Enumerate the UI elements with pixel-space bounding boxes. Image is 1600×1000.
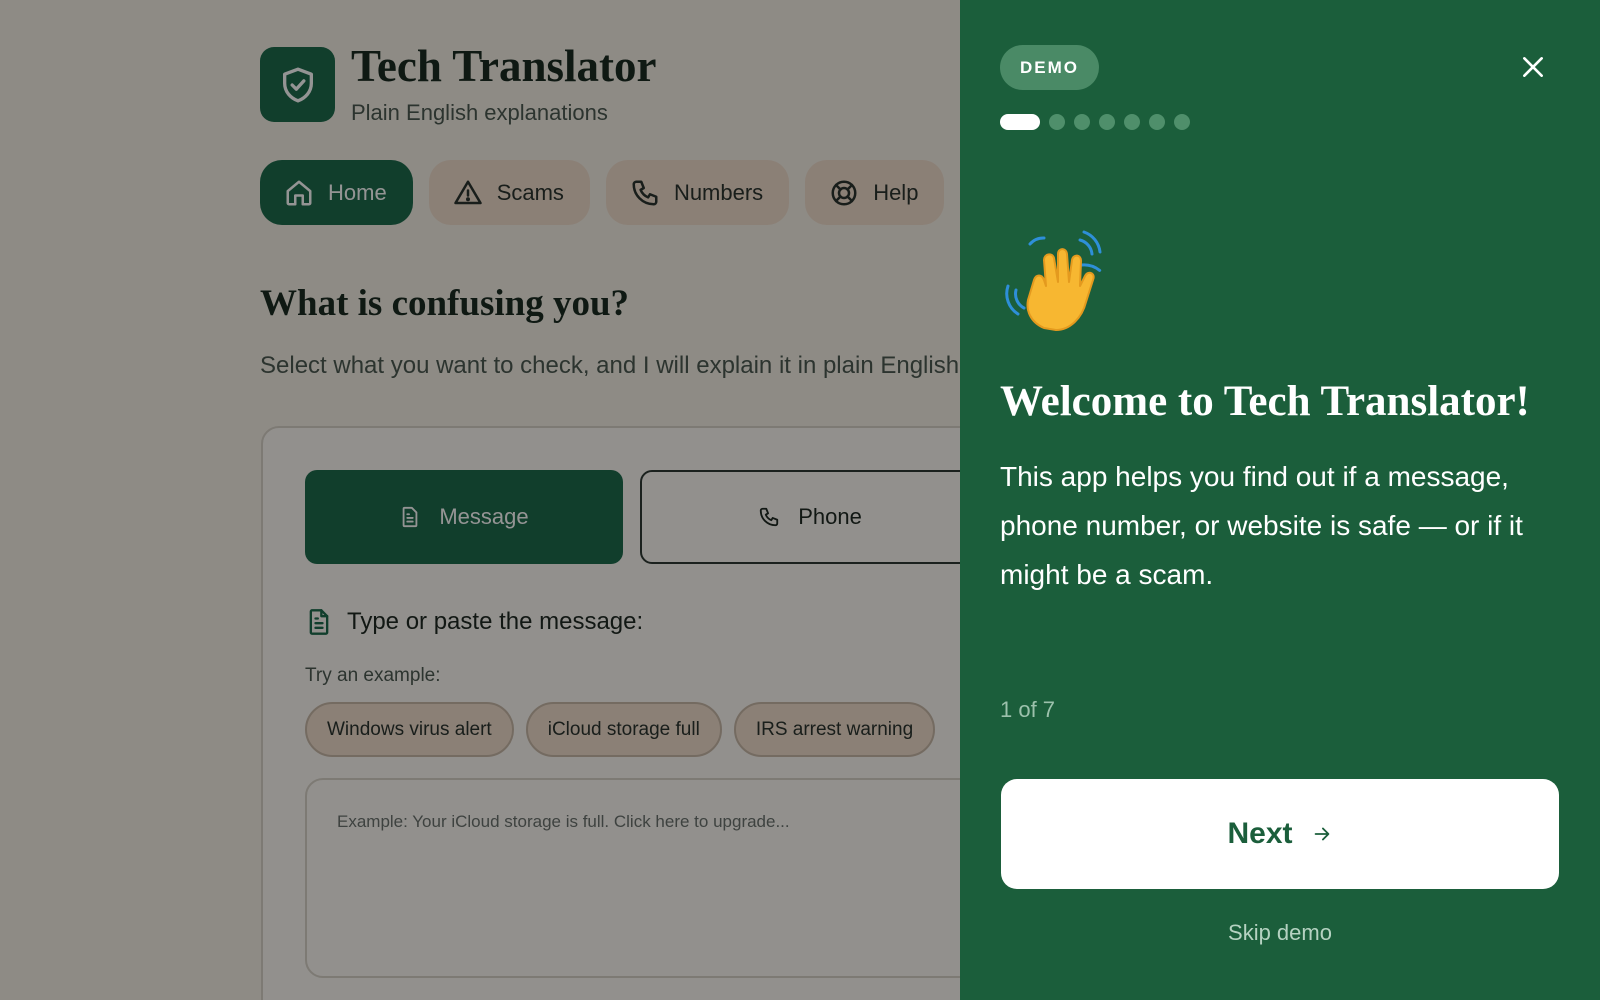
step-dot-active <box>1000 114 1040 130</box>
close-icon <box>1523 57 1543 77</box>
step-dot <box>1124 114 1140 130</box>
step-dot <box>1174 114 1190 130</box>
skip-demo-link[interactable]: Skip demo <box>960 920 1600 946</box>
close-button[interactable] <box>1516 50 1550 84</box>
next-button-label: Next <box>1227 817 1293 850</box>
step-dots <box>1000 114 1190 130</box>
demo-body: This app helps you find out if a message… <box>1000 461 1523 590</box>
demo-panel: DEMO Welcome to Tech Translator! This ap… <box>960 0 1600 1000</box>
arrow-right-icon <box>1314 827 1329 841</box>
step-dot <box>1099 114 1115 130</box>
step-dot <box>1074 114 1090 130</box>
demo-title: Welcome to Tech Translator! <box>1000 378 1530 425</box>
demo-badge: DEMO <box>1000 45 1099 90</box>
next-button[interactable]: Next <box>1001 779 1559 889</box>
waving-hand-icon <box>1005 230 1102 331</box>
step-counter: 1 of 7 <box>1000 697 1056 722</box>
step-dot <box>1049 114 1065 130</box>
step-dot <box>1149 114 1165 130</box>
